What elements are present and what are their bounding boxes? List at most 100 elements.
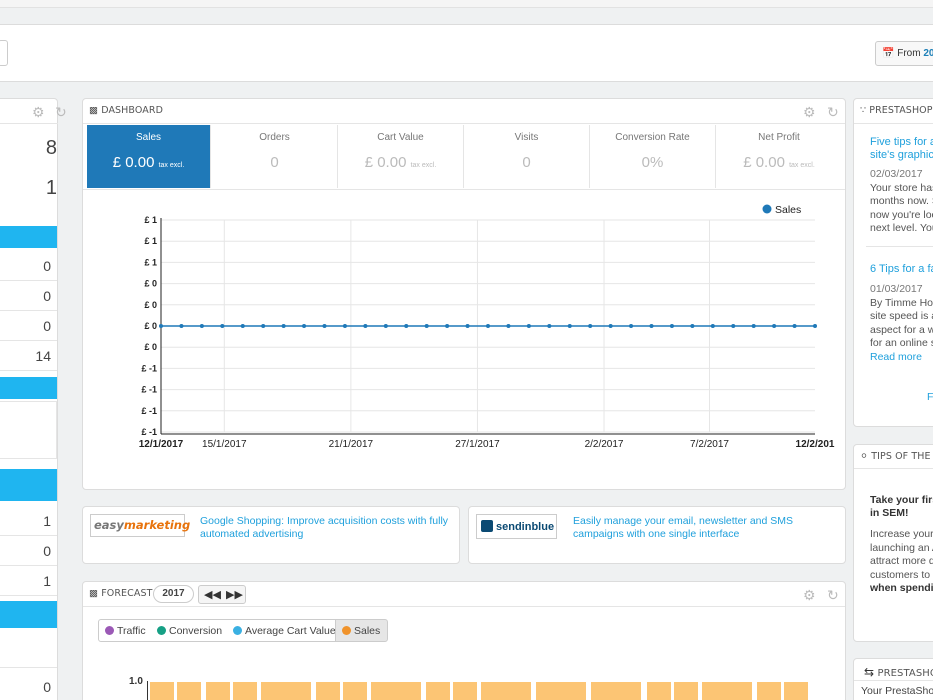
sales-data-point [159,324,163,328]
forecast-bar [426,682,450,700]
x-tick-label: 7/2/2017 [690,439,729,450]
forecast-year-select[interactable]: 2017 [153,585,194,603]
x-tick-label: 27/1/2017 [455,439,500,450]
sales-chart: £ 1 £ 1 £ 1 £ 0 £ 0 £ 0 £ 0 £ -1 £ -1 £ -1 £ -1 12… [139,204,835,450]
date-range-button[interactable]: 📅 From 201 [875,41,933,66]
forecast-bar [261,682,311,700]
gear-icon[interactable]: ⚙ [803,105,817,119]
gear-icon[interactable]: ⚙ [32,105,46,119]
forecast-bar [784,682,808,700]
left-section-bar [0,469,57,501]
tips-heading: Take your firs [870,494,933,506]
sales-data-point [486,324,490,328]
toolbar-left-control[interactable] [0,40,8,66]
news-item-text: months now. S [870,195,933,207]
previous-year-icon[interactable]: ◀◀ [204,588,221,601]
tips-text: launching an A [870,542,933,554]
forecast-bar [177,682,201,700]
next-year-icon[interactable]: ▶▶ [226,588,243,601]
sales-data-point [526,324,531,328]
sales-data-point [179,324,184,328]
forecast-legend-average-cart-value[interactable]: Average Cart Value [227,619,344,642]
forecast-y-label: 1.0 [129,676,143,687]
read-more-link[interactable]: Read more [870,351,922,365]
left-row: 14 [0,341,57,371]
rss-icon: ∵ [860,105,867,116]
sales-data-point [813,324,817,328]
legend-label: Sales [775,204,801,216]
left-row: 1 [0,506,57,536]
y-tick-label: £ -1 [141,427,157,437]
sales-data-point [281,324,286,328]
tips-text: customers to y [870,569,933,581]
left-value-1: 8 [45,137,57,159]
sales-data-point [731,324,736,328]
left-row: 1 [0,566,57,596]
easymarketing-text[interactable]: Google Shopping: Improve acquisition cos… [200,515,448,541]
left-section-bar [0,226,57,248]
kpi-conversion-rate[interactable]: Conversion Rate 0% [590,125,716,188]
kpi-net-profit[interactable]: Net Profit £ 0.00 tax excl. [716,125,842,188]
left-empty-row [0,628,57,668]
left-row: 0 [0,672,57,700]
x-tick-label: 12/2/201 [796,439,835,450]
left-row: 0 [0,536,57,566]
sales-data-point [220,324,225,328]
sales-data-point [322,324,327,328]
gear-icon[interactable]: ⚙ [803,588,817,602]
refresh-icon[interactable]: ↻ [827,105,841,119]
sales-data-point [710,324,715,328]
left-row: 0 [0,311,57,341]
forecast-bar [757,682,781,700]
bar-chart-icon: ▩ [89,588,99,599]
retweet-icon: ⇆ [864,665,875,679]
kpi-orders[interactable]: Orders 0 [212,125,338,188]
easymarketing-logo: easymarketing [90,514,190,537]
more-news-link[interactable]: Fi [927,391,933,405]
page-toolbar [0,24,933,82]
forecast-bars [150,682,808,700]
x-tick-label: 15/1/2017 [202,439,247,450]
x-tick-label: 2/2/2017 [585,439,624,450]
news-item-title[interactable]: Five tips for a s [870,136,933,148]
news-item-title[interactable]: site's graphic i [870,149,933,161]
sales-data-point [465,324,470,328]
news-item-text: now you're loo [870,209,933,221]
dashboard-header: ▩ DASHBOARD [89,105,163,116]
tips-text: Increase your [870,528,933,540]
kpi-cart-value[interactable]: Cart Value £ 0.00 tax excl. [338,125,464,188]
sales-data-point [363,324,368,328]
tips-header: ⚪ TIPS OF THE DA [860,451,933,462]
sales-data-point [588,324,593,328]
y-tick-label: £ -1 [141,363,157,373]
forecast-legend-conversion[interactable]: Conversion [151,619,231,642]
kpi-visits[interactable]: Visits 0 [464,125,590,188]
news-item-date: 01/03/2017 [870,283,923,295]
kpi-sales[interactable]: Sales £ 0.00 tax excl. [87,125,211,188]
sales-data-point [424,324,429,328]
forecast-legend-traffic[interactable]: Traffic [98,619,154,642]
sales-data-point [669,324,674,328]
sales-data-point [751,324,756,328]
left-empty-box [0,401,57,459]
news-item-text: site speed is a [870,310,933,322]
forecast-bar [536,682,586,700]
forecast-legend-sales[interactable]: Sales [335,619,389,642]
news-item-title[interactable]: 6 Tips for a fas [870,263,933,275]
tips-text-bold: when spendir [870,582,933,594]
refresh-icon[interactable]: ↻ [55,105,69,119]
refresh-icon[interactable]: ↻ [827,588,841,602]
news-item-text: next level. You [870,222,933,234]
sales-data-point [199,324,204,328]
prestashop-text: Your PrestaShop [861,685,933,697]
sales-data-point [506,324,511,328]
forecast-bar [453,682,477,700]
forecast-bar [343,682,367,700]
sendinblue-text[interactable]: Easily manage your email, newsletter and… [573,515,793,541]
y-tick-label: £ 0 [144,321,157,331]
left-row: 0 [0,281,57,311]
sales-data-point [404,324,409,328]
sales-data-point [261,324,266,328]
news-item-text: By Timme Hos [870,297,933,309]
news-item-text: Your store has [870,182,933,194]
